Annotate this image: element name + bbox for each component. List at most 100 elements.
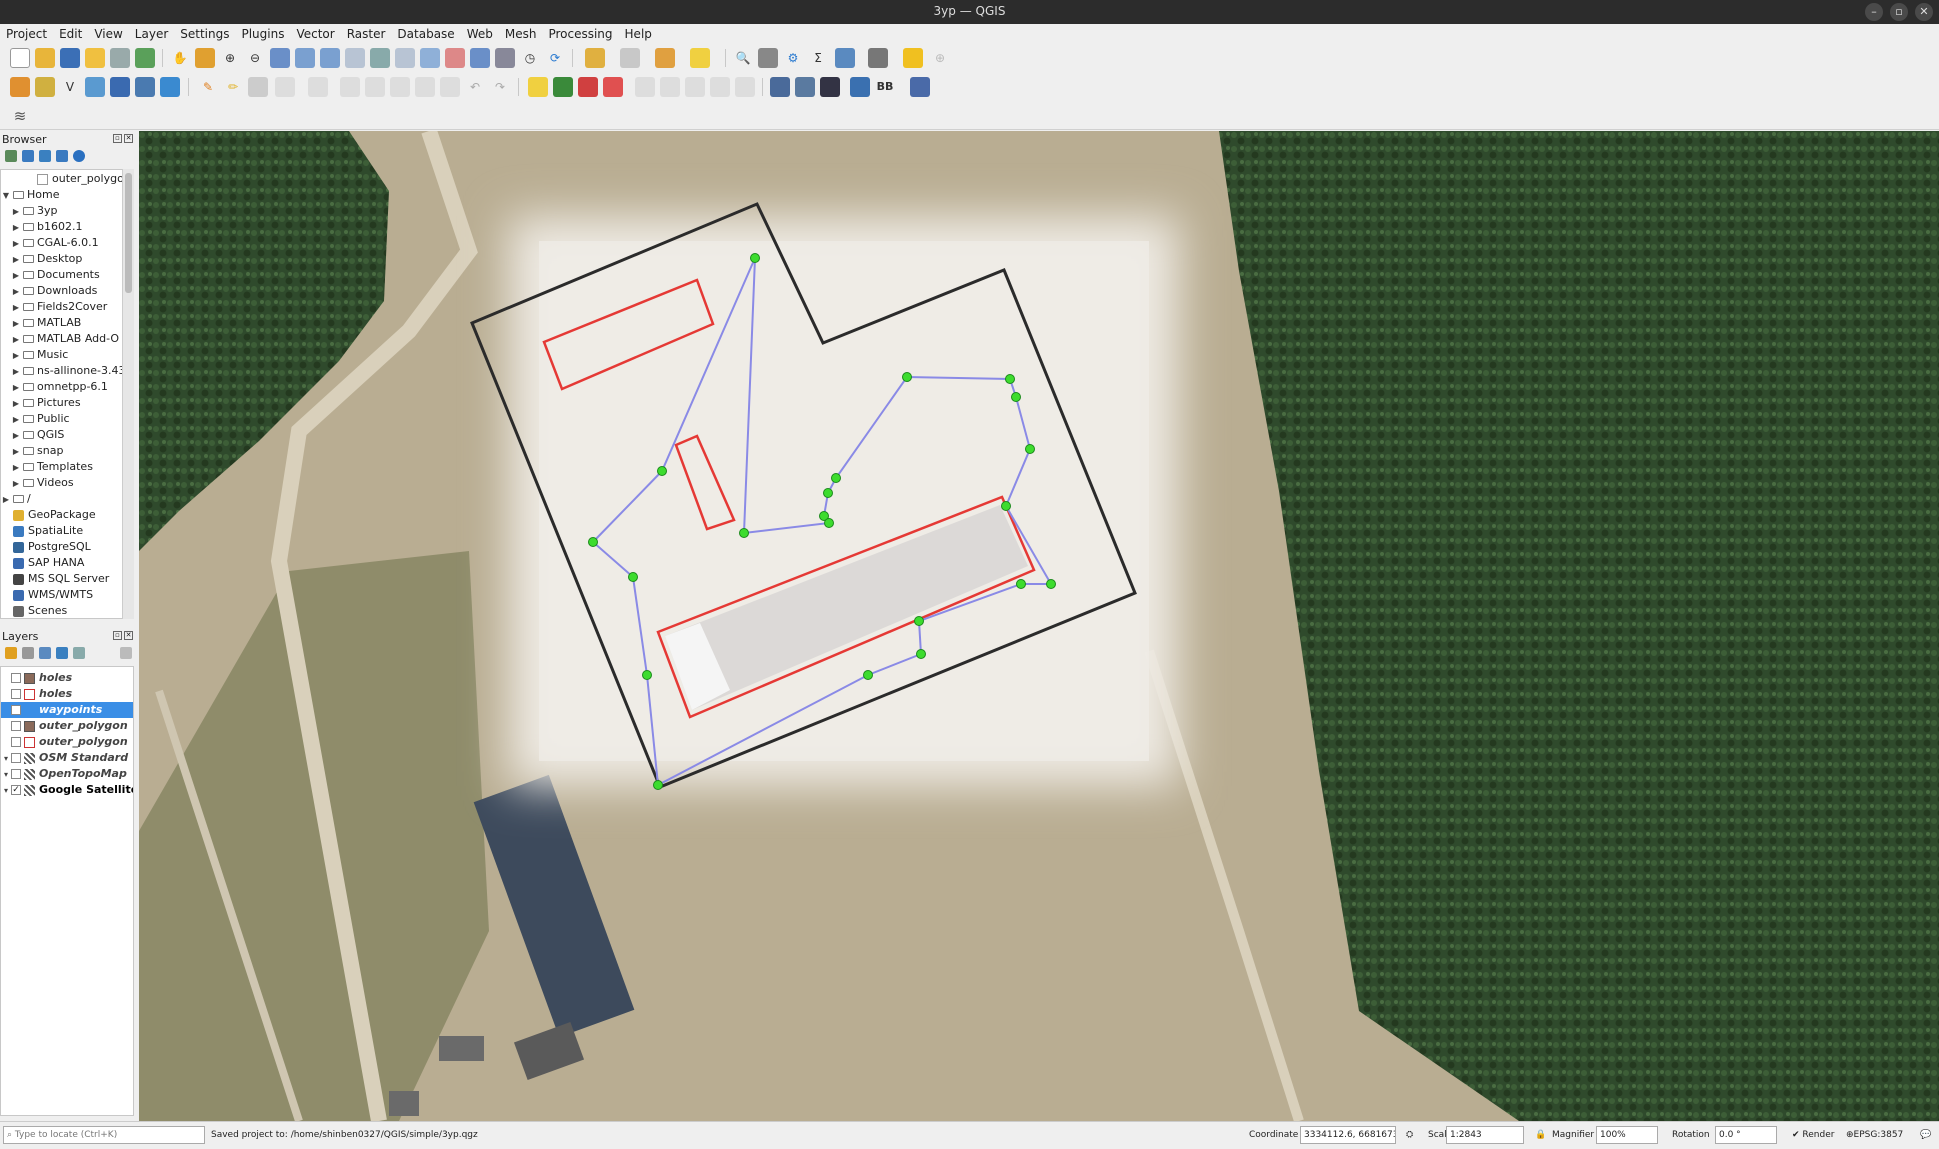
new-geopackage-icon[interactable] (35, 77, 55, 97)
filter-legend-icon[interactable] (56, 647, 68, 659)
chevron-down-icon[interactable]: ▾ (1, 783, 11, 799)
layer-item[interactable]: holes (1, 686, 133, 702)
browser-folder-item[interactable]: ▶ MATLAB Add-O (11, 331, 119, 347)
annotation-icon[interactable] (868, 48, 888, 68)
chevron-right-icon[interactable]: ▶ (11, 380, 21, 396)
browser-provider-item[interactable]: WMS/WMTS (13, 587, 93, 603)
chevron-right-icon[interactable]: ▶ (11, 460, 21, 476)
waypoint-marker[interactable] (914, 616, 924, 626)
waypoint-marker[interactable] (1025, 444, 1035, 454)
layer-visibility-checkbox[interactable] (11, 753, 21, 763)
coordinate-field[interactable]: 3334112.6, 6681673.6 (1300, 1126, 1396, 1144)
collapse-all-icon[interactable] (56, 150, 68, 162)
manage-themes-icon[interactable] (39, 647, 51, 659)
zoom-last-icon[interactable] (370, 48, 390, 68)
copy-features-icon[interactable] (415, 77, 435, 97)
menu-processing[interactable]: Processing (542, 24, 618, 44)
waypoint-marker[interactable] (863, 670, 873, 680)
browser-folder-item[interactable]: ▶ Fields2Cover (11, 299, 107, 315)
waypoint-marker[interactable] (750, 253, 760, 263)
browser-provider-item[interactable]: Scenes (13, 603, 67, 618)
chevron-right-icon[interactable]: ▶ (11, 316, 21, 332)
chevron-down-icon[interactable]: ▾ (1, 767, 11, 783)
menu-layer[interactable]: Layer (129, 24, 174, 44)
zoom-full-icon[interactable] (270, 48, 290, 68)
menu-plugins[interactable]: Plugins (235, 24, 290, 44)
data-source-manager-icon[interactable] (10, 77, 30, 97)
lock-scale-icon[interactable]: 🔒 (1535, 1130, 1546, 1140)
browser-provider-item[interactable]: MS SQL Server (13, 571, 109, 587)
add-vector-tile-icon[interactable] (160, 77, 180, 97)
chevron-right-icon[interactable]: ▶ (11, 300, 21, 316)
save-edits-icon[interactable] (248, 77, 268, 97)
filter-expression-icon[interactable] (73, 647, 85, 659)
waypoint-marker[interactable] (902, 372, 912, 382)
menu-view[interactable]: View (88, 24, 128, 44)
show-bookmarks-icon[interactable] (470, 48, 490, 68)
scale-combo[interactable]: 1:2843 (1446, 1126, 1524, 1144)
chevron-right-icon[interactable]: ▶ (11, 220, 21, 236)
browser-provider-item[interactable]: PostgreSQL (13, 539, 91, 555)
browser-item-root[interactable]: ▶ / (1, 491, 31, 507)
open-project-icon[interactable] (35, 48, 55, 68)
browser-folder-item[interactable]: ▶ Public (11, 411, 70, 427)
menu-database[interactable]: Database (391, 24, 460, 44)
menu-settings[interactable]: Settings (174, 24, 235, 44)
zoom-in-icon[interactable]: ⊕ (220, 48, 240, 68)
layer-visibility-checkbox[interactable] (11, 673, 21, 683)
waypoint-marker[interactable] (824, 518, 834, 528)
layer-visibility-checkbox[interactable] (11, 769, 21, 779)
browser-provider-item[interactable]: GeoPackage (13, 507, 96, 523)
map-tips-icon[interactable] (903, 48, 923, 68)
identify-icon[interactable]: 🔍 (733, 48, 753, 68)
rotate-label-icon[interactable] (660, 77, 680, 97)
change-label-icon[interactable] (685, 77, 705, 97)
chevron-right-icon[interactable]: ▶ (11, 204, 21, 220)
render-checkbox[interactable]: ✔ Render (1792, 1130, 1834, 1140)
modify-attributes-icon[interactable] (340, 77, 360, 97)
chevron-right-icon[interactable]: ▶ (11, 396, 21, 412)
minimize-icon[interactable]: – (1865, 3, 1883, 21)
deselect-icon[interactable] (655, 48, 675, 68)
refresh-icon[interactable] (22, 150, 34, 162)
chevron-right-icon[interactable]: ▶ (11, 236, 21, 252)
label-toolbar-icon[interactable] (528, 77, 548, 97)
select-by-value-icon[interactable] (620, 48, 640, 68)
paste-features-icon[interactable] (440, 77, 460, 97)
browser-folder-item[interactable]: ▶ CGAL-6.0.1 (11, 235, 99, 251)
zoom-next-icon[interactable] (395, 48, 415, 68)
float-panel-icon[interactable]: ▫ (113, 134, 122, 143)
style-layer-icon[interactable] (5, 647, 17, 659)
zoom-to-selection-icon[interactable] (295, 48, 315, 68)
settings-icon[interactable]: ⚙ (783, 48, 803, 68)
layer-item[interactable]: holes (1, 670, 133, 686)
chevron-right-icon[interactable]: ▶ (11, 332, 21, 348)
add-group-icon[interactable] (22, 647, 34, 659)
close-panel-icon[interactable]: ✕ (124, 631, 133, 640)
map-canvas[interactable] (139, 131, 1939, 1121)
close-panel-icon[interactable]: ✕ (124, 134, 133, 143)
temporal-controller-icon[interactable]: ◷ (520, 48, 540, 68)
browser-folder-item[interactable]: ▶ Templates (11, 459, 93, 475)
layer-item[interactable]: ▾ OpenTopoMap (1, 766, 133, 782)
maximize-icon[interactable]: ▫ (1890, 3, 1908, 21)
menu-web[interactable]: Web (461, 24, 499, 44)
locator-icon[interactable]: ⊕ (930, 48, 950, 68)
toggle-editing-icon[interactable]: ✏ (223, 77, 243, 97)
waypoint-marker[interactable] (588, 537, 598, 547)
vertex-tool-icon[interactable] (308, 77, 328, 97)
layer-labeling-icon[interactable] (553, 77, 573, 97)
browser-provider-item[interactable]: SAP HANA (13, 555, 84, 571)
zoom-native-icon[interactable] (345, 48, 365, 68)
zoom-out-icon[interactable]: ⊖ (245, 48, 265, 68)
new-project-icon[interactable] (10, 48, 30, 68)
chevron-right-icon[interactable]: ▶ (11, 252, 21, 268)
close-icon[interactable]: ✕ (1915, 3, 1933, 21)
layers-stack-icon[interactable]: ≋ (10, 106, 30, 126)
magnifier-field[interactable]: 100% (1596, 1126, 1658, 1144)
browser-folder-item[interactable]: ▶ QGIS (11, 427, 65, 443)
add-raster-icon[interactable] (85, 77, 105, 97)
menu-help[interactable]: Help (619, 24, 658, 44)
bb-plugin-button[interactable]: BB (872, 77, 898, 97)
save-as-icon[interactable] (85, 48, 105, 68)
